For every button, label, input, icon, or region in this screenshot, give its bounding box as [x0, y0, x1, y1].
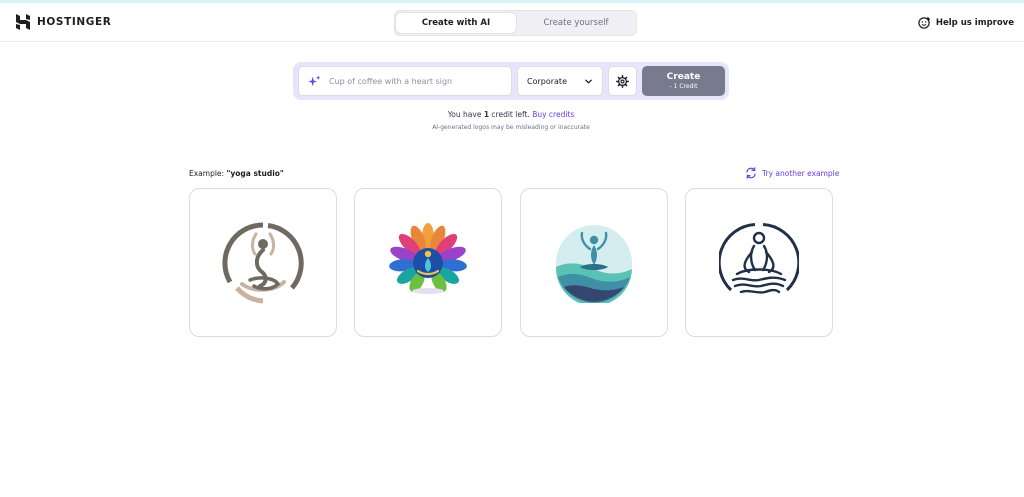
mode-toggle: Create with AI Create yourself — [394, 10, 637, 36]
brand[interactable]: HOSTINGER — [16, 14, 111, 30]
ai-disclaimer: AI-generated logos may be misleading or … — [432, 124, 590, 131]
style-select-value: Corporate — [527, 76, 567, 86]
gear-icon — [616, 74, 629, 88]
teal-meditation-circle-logo — [555, 224, 632, 303]
example-term: "yoga studio" — [226, 169, 284, 178]
prompt-field[interactable] — [298, 66, 512, 96]
example-prefix: Example: — [189, 169, 227, 178]
brand-name: HOSTINGER — [37, 16, 112, 28]
create-button-cost: - 1 Credit — [669, 82, 698, 90]
example-label: Example: "yoga studio" — [189, 169, 284, 178]
yoga-pose-earth-tone-logo — [222, 221, 304, 303]
create-button-label: Create — [666, 71, 701, 82]
chevron-down-icon — [585, 79, 592, 83]
prompt-input[interactable] — [329, 76, 499, 86]
tab-create-with-ai[interactable]: Create with AI — [396, 13, 516, 33]
sparkle-icon — [308, 74, 321, 86]
help-us-improve-button[interactable]: Help us improve — [918, 16, 1014, 29]
settings-button[interactable] — [608, 66, 637, 96]
refresh-icon — [746, 167, 756, 179]
smiley-edit-icon — [918, 16, 931, 29]
example-logo-grid — [189, 188, 835, 337]
buy-credits-link[interactable]: Buy credits — [532, 110, 574, 119]
help-label: Help us improve — [935, 17, 1014, 28]
example-logo-card-4[interactable] — [685, 188, 833, 337]
try-another-label: Try another example — [762, 168, 840, 178]
example-logo-card-2[interactable] — [354, 188, 502, 337]
example-logo-card-3[interactable] — [520, 188, 668, 337]
credits-info: You have 1 credit left. Buy credits — [0, 110, 1022, 119]
prompt-bar: Corporate Create - 1 Credit — [293, 62, 729, 100]
style-select[interactable]: Corporate — [517, 66, 603, 96]
credits-prefix: You have — [447, 110, 484, 119]
tab-create-yourself[interactable]: Create yourself — [516, 13, 636, 33]
top-header: HOSTINGER Create with AI Create yourself… — [0, 3, 1024, 42]
credits-suffix: credit left. — [489, 110, 530, 119]
colorful-lotus-yoga-logo — [389, 222, 467, 294]
create-button[interactable]: Create - 1 Credit — [642, 66, 725, 96]
hostinger-logo-icon — [16, 14, 30, 30]
example-logo-card-1[interactable] — [189, 188, 337, 337]
navy-line-meditation-logo — [719, 222, 799, 294]
try-another-example-button[interactable]: Try another example — [745, 167, 839, 179]
